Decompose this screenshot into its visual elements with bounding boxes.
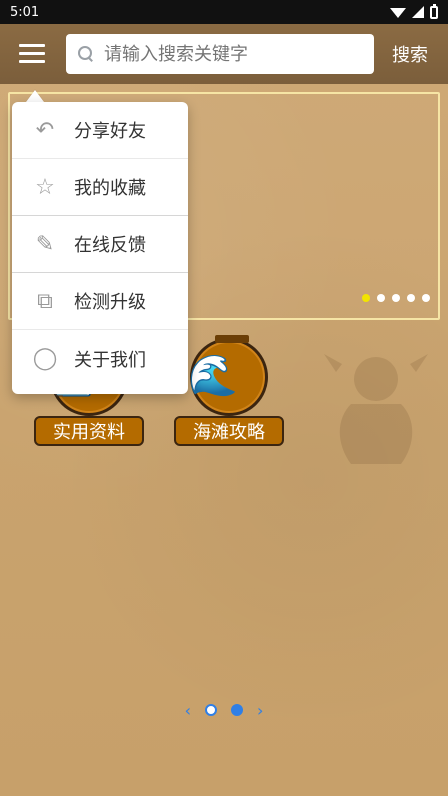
user-circle-icon: ◯ — [32, 346, 58, 371]
search-input[interactable] — [104, 43, 354, 65]
banner-dot[interactable] — [392, 294, 400, 302]
search-button[interactable]: 搜索 — [380, 24, 440, 84]
status-bar: 5:01 — [0, 0, 448, 24]
menu-item-label: 我的收藏 — [74, 178, 146, 199]
star-icon: ☆ — [35, 174, 55, 200]
menu-item-share[interactable]: ↶ 分享好友 — [12, 102, 188, 159]
menu-item-check-update[interactable]: ⧉ 检测升级 — [12, 273, 188, 330]
search-button-label: 搜索 — [392, 45, 428, 66]
banner-dots — [362, 294, 430, 302]
overflow-menu: ↶ 分享好友 ☆ 我的收藏 ✎ 在线反馈 ⧉ 检测升级 ◯ 关于我们 — [12, 102, 188, 394]
menu-item-label: 在线反馈 — [74, 235, 146, 256]
search-box[interactable] — [66, 34, 374, 74]
page-indicator: ‹ › — [0, 700, 448, 720]
menu-item-label: 关于我们 — [74, 349, 146, 371]
page-dot[interactable] — [231, 704, 243, 716]
battery-icon — [430, 3, 438, 19]
menu-item-favorites[interactable]: ☆ 我的收藏 — [12, 159, 188, 216]
menu-item-label: 分享好友 — [74, 121, 146, 142]
search-icon — [78, 46, 94, 62]
page-dot[interactable] — [205, 704, 217, 716]
pencil-icon: ✎ — [35, 231, 55, 257]
category-label: 海滩攻略 — [174, 416, 284, 446]
signal-icon — [412, 6, 424, 18]
status-time: 5:01 — [10, 4, 40, 20]
hamburger-icon — [19, 44, 45, 64]
banner-dot[interactable] — [422, 294, 430, 302]
wave-icon: 🌊 — [188, 352, 238, 399]
category-label: 实用资料 — [34, 416, 144, 446]
banner-dot[interactable] — [377, 294, 385, 302]
wifi-icon — [390, 8, 406, 18]
popup-arrow — [26, 90, 44, 102]
banner-dot[interactable] — [362, 294, 370, 302]
chevron-right-icon[interactable]: › — [257, 701, 263, 720]
banner-dot[interactable] — [407, 294, 415, 302]
category-beach-guide[interactable]: 🌊 海滩攻略 — [174, 335, 284, 450]
menu-item-label: 检测升级 — [74, 292, 146, 313]
status-icons — [390, 3, 438, 19]
top-app-bar: 搜索 — [0, 24, 448, 84]
share-reply-icon: ↶ — [35, 117, 55, 143]
character-illustration — [324, 354, 428, 464]
menu-item-about[interactable]: ◯ 关于我们 — [12, 330, 188, 387]
chevron-left-icon[interactable]: ‹ — [185, 701, 191, 720]
external-link-icon: ⧉ — [37, 288, 53, 314]
menu-item-feedback[interactable]: ✎ 在线反馈 — [12, 216, 188, 273]
menu-button[interactable] — [0, 24, 64, 84]
